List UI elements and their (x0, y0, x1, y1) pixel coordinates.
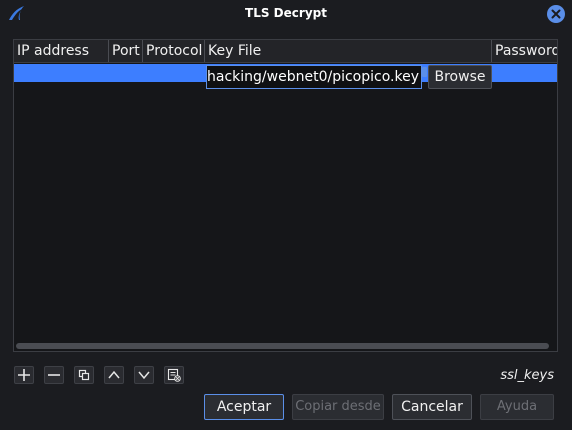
add-icon (18, 369, 30, 381)
column-header-password[interactable]: Password (492, 40, 557, 62)
clear-text-icon[interactable] (422, 67, 427, 77)
title-bar: TLS Decrypt (0, 0, 572, 28)
browse-button[interactable]: Browse (428, 65, 492, 89)
move-down-button[interactable] (134, 366, 154, 384)
close-icon (551, 9, 561, 19)
move-down-icon (138, 371, 150, 380)
key-file-input[interactable]: i/hacking/webnet0/picopico.key (206, 65, 422, 89)
column-header-ip[interactable]: IP address (14, 40, 109, 62)
ssl-keys-filename: ssl_keys (500, 368, 554, 383)
column-header-key-file[interactable]: Key File (205, 40, 492, 62)
table-header: IP address Port Protocol Key File Passwo… (14, 40, 557, 63)
copy-from-button[interactable]: Copiar desde (292, 394, 384, 420)
column-header-protocol[interactable]: Protocol (143, 40, 205, 62)
clear-list-button[interactable] (164, 366, 184, 384)
move-up-button[interactable] (104, 366, 124, 384)
keys-table[interactable]: IP address Port Protocol Key File Passwo… (13, 39, 558, 352)
move-up-icon (108, 370, 120, 379)
add-button[interactable] (14, 366, 34, 384)
key-file-value: i/hacking/webnet0/picopico.key (206, 69, 419, 85)
help-button[interactable]: Ayuda (480, 394, 554, 420)
cancel-button[interactable]: Cancelar (392, 394, 472, 420)
window-title: TLS Decrypt (245, 6, 327, 20)
column-header-port[interactable]: Port (109, 40, 143, 62)
clear-list-icon (167, 368, 181, 382)
copy-button[interactable] (74, 366, 94, 384)
remove-button[interactable] (44, 366, 64, 384)
accept-button[interactable]: Aceptar (204, 394, 284, 420)
copy-icon (78, 369, 90, 381)
horizontal-scrollbar[interactable] (16, 343, 549, 349)
remove-icon (48, 374, 60, 376)
close-button[interactable] (547, 5, 565, 23)
